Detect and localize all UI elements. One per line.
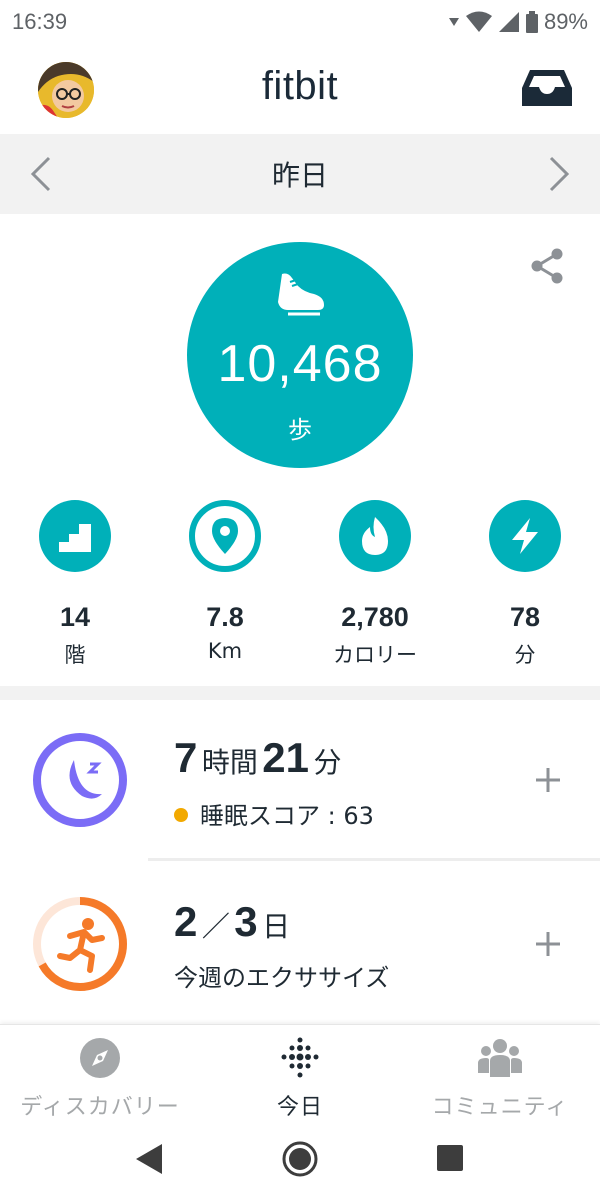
flame-icon xyxy=(339,500,411,572)
compass-icon xyxy=(80,1038,120,1078)
share-icon[interactable] xyxy=(530,248,564,288)
stat-value: 78 xyxy=(509,602,541,632)
stat-active-minutes[interactable]: 78 分 xyxy=(450,500,600,669)
steps-unit: 歩 xyxy=(288,416,312,444)
add-sleep-button[interactable] xyxy=(532,764,564,796)
lightning-icon xyxy=(489,500,561,572)
tab-label: コミュニティ xyxy=(431,1095,569,1120)
notification-arrow-icon xyxy=(448,18,459,26)
exercise-ring-icon xyxy=(30,894,130,998)
exercise-unit: 日 xyxy=(262,911,291,942)
battery-percent: 89% xyxy=(543,9,588,34)
chevron-right-icon[interactable] xyxy=(544,154,574,194)
stat-calories[interactable]: 2,780 カロリー xyxy=(300,500,450,669)
stat-floors[interactable]: 14 階 xyxy=(0,500,150,669)
score-dot xyxy=(174,808,188,822)
back-icon[interactable] xyxy=(134,1142,164,1180)
inbox-icon[interactable] xyxy=(522,68,572,112)
stat-distance[interactable]: 7.8 Km xyxy=(150,500,300,663)
recents-icon[interactable] xyxy=(437,1145,463,1175)
section-divider xyxy=(0,686,600,700)
add-exercise-button[interactable] xyxy=(532,928,564,960)
exercise-goal: 3 xyxy=(234,898,258,945)
tab-today[interactable]: 今日 xyxy=(200,1037,400,1121)
fitbit-dots-icon xyxy=(281,1037,319,1078)
wifi-icon xyxy=(465,11,492,32)
status-icons: 89% xyxy=(448,9,588,35)
tab-label: 今日 xyxy=(276,1095,323,1120)
system-nav-bar xyxy=(0,1124,600,1200)
sleep-score-text: 睡眠スコア : 63 xyxy=(200,802,374,830)
tab-community[interactable]: コミュニティ xyxy=(400,1037,600,1121)
stat-unit: 階 xyxy=(64,643,86,667)
tab-label: ディスカバリー xyxy=(20,1095,180,1120)
status-bar: 16:39 89% xyxy=(0,0,600,44)
exercise-progress: 2 ／ 3 日 xyxy=(174,898,290,946)
battery-icon xyxy=(525,11,538,33)
exercise-slash: ／ xyxy=(201,911,230,942)
stat-unit: 分 xyxy=(514,643,536,667)
location-pin-icon xyxy=(189,500,261,572)
sleep-duration: 7 時間 21 分 xyxy=(174,734,341,782)
shoe-icon xyxy=(274,272,326,320)
steps-circle[interactable]: 10,468 歩 xyxy=(187,242,413,468)
tab-discovery[interactable]: ディスカバリー xyxy=(0,1037,200,1121)
exercise-done: 2 xyxy=(174,898,198,945)
sleep-card[interactable]: 7 時間 21 分 睡眠スコア : 63 xyxy=(0,700,600,862)
home-icon[interactable] xyxy=(281,1140,319,1182)
sleep-hours-unit: 時間 xyxy=(201,747,258,778)
exercise-label: 今週のエクササイズ xyxy=(174,964,390,992)
stat-unit: Km xyxy=(207,639,243,663)
sleep-score: 睡眠スコア : 63 xyxy=(174,796,374,831)
app-header: fitbit xyxy=(0,44,600,134)
stat-unit: カロリー xyxy=(333,643,417,667)
date-label: 昨日 xyxy=(271,159,328,192)
stats-row: 14 階 7.8 Km 2,780 カロリー 78 分 xyxy=(0,500,600,680)
status-time: 16:39 xyxy=(12,9,68,34)
fitbit-logo: fitbit xyxy=(261,64,339,108)
stat-value: 2,780 xyxy=(341,602,409,632)
sleep-ring-icon xyxy=(30,730,130,834)
signal-icon xyxy=(498,12,519,32)
bottom-tab-bar: ディスカバリー 今日 コミュニティ xyxy=(0,1024,600,1124)
exercise-card[interactable]: 2 ／ 3 日 今週のエクササイズ xyxy=(0,864,600,1026)
stairs-icon xyxy=(39,500,111,572)
stat-value: 7.8 xyxy=(206,602,244,632)
chevron-left-icon[interactable] xyxy=(26,154,56,194)
date-navigator: 昨日 xyxy=(0,134,600,214)
stat-value: 14 xyxy=(59,602,91,632)
steps-value: 10,468 xyxy=(217,335,383,393)
sleep-minutes: 21 xyxy=(262,734,309,781)
community-icon xyxy=(478,1039,522,1077)
card-separator xyxy=(148,858,600,861)
sleep-minutes-unit: 分 xyxy=(313,747,342,778)
sleep-hours: 7 xyxy=(174,734,198,781)
